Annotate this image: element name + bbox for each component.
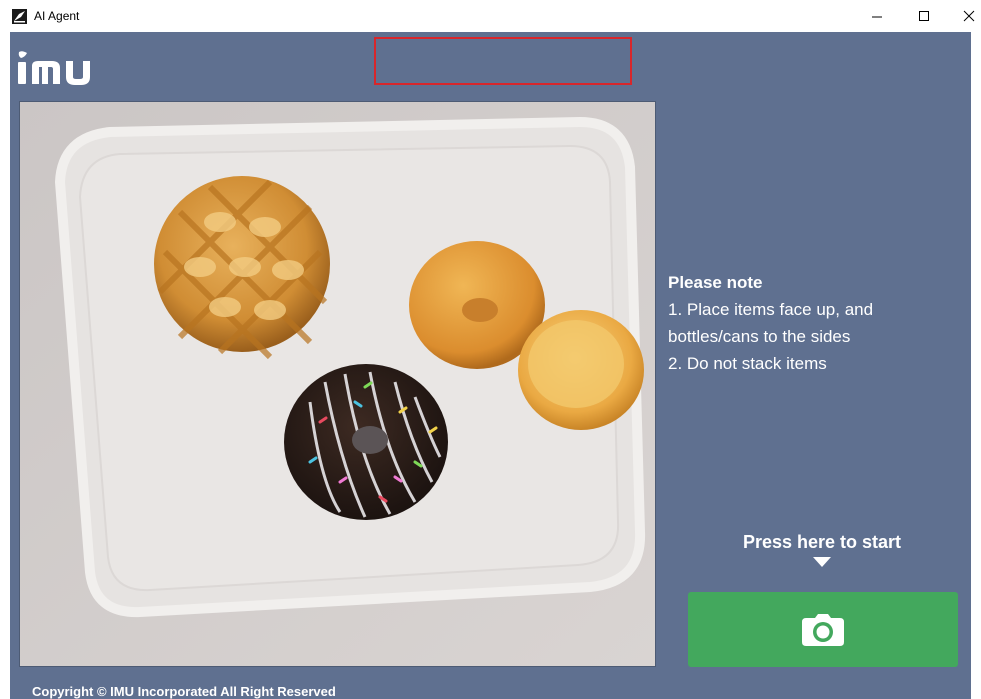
instruction-line: 2. Do not stack items: [668, 354, 827, 373]
instruction-line: 1. Place items face up, and: [668, 300, 874, 319]
app-window: Please note 1. Place items face up, and …: [10, 32, 971, 699]
title-bar: AI Agent: [0, 0, 981, 32]
copyright-text: Copyright © IMU Incorporated All Right R…: [32, 684, 336, 699]
close-button[interactable]: [946, 0, 981, 32]
close-icon: [963, 10, 975, 22]
camera-preview: [20, 102, 655, 666]
start-capture-button[interactable]: [688, 592, 958, 667]
instructions-title: Please note: [668, 273, 763, 292]
instructions: Please note 1. Place items face up, and …: [668, 269, 968, 377]
camera-preview-image: [20, 102, 655, 666]
window-title: AI Agent: [34, 9, 80, 23]
status-box: [374, 37, 632, 85]
minimize-button[interactable]: [854, 0, 900, 32]
down-arrow-icon: [813, 557, 831, 567]
minimize-icon: [872, 16, 882, 18]
camera-icon: [802, 613, 844, 646]
start-label: Press here to start: [742, 532, 902, 552]
imu-logo: [18, 51, 90, 85]
maximize-icon: [919, 11, 929, 21]
app-icon: [12, 9, 27, 24]
maximize-button[interactable]: [901, 0, 947, 32]
instruction-line: bottles/cans to the sides: [668, 327, 851, 346]
